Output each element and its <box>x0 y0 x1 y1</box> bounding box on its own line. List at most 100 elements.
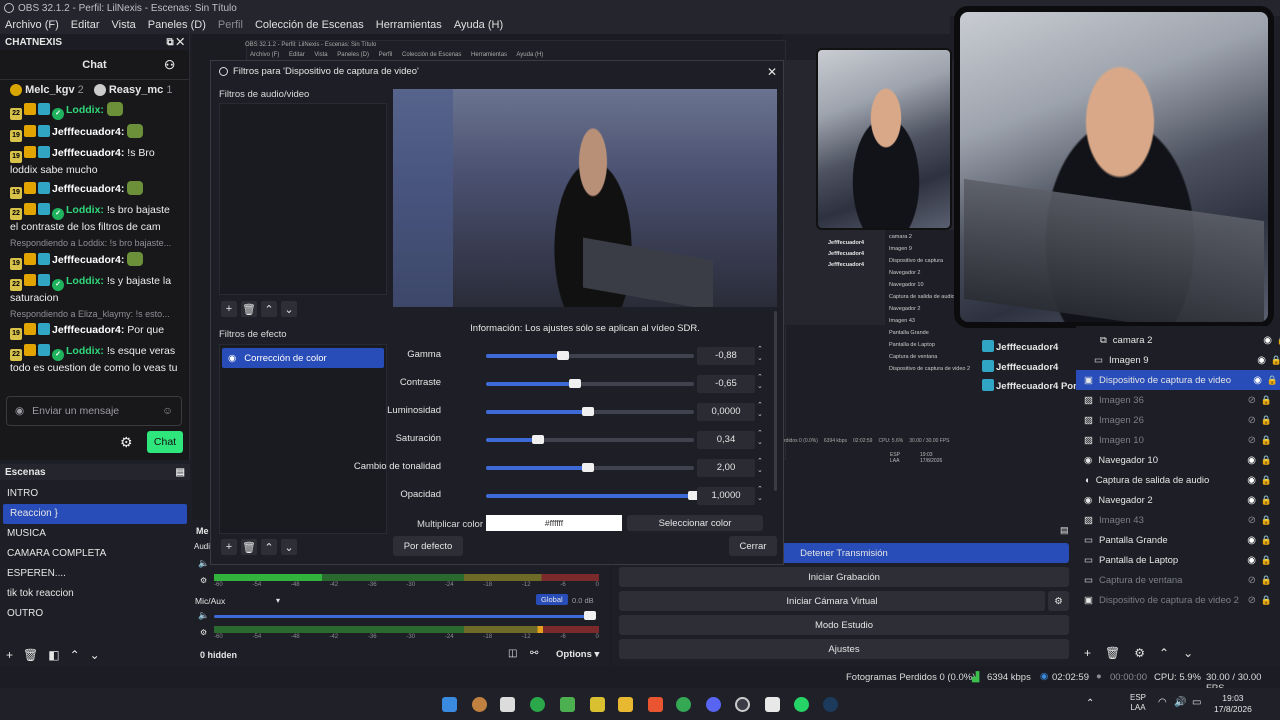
eye-icon[interactable]: ◉ <box>1263 335 1272 346</box>
eye-icon[interactable]: ◉ <box>1247 495 1256 506</box>
close-button[interactable]: Cerrar <box>729 536 777 556</box>
windows-start-icon[interactable] <box>442 697 457 712</box>
spin-arrows-icon[interactable]: ⌃ ⌄ <box>757 373 763 391</box>
up-icon[interactable]: ⌃ <box>1159 646 1169 660</box>
property-slider[interactable] <box>486 407 694 416</box>
virtual-camera-settings-icon[interactable]: ⚙ <box>1048 591 1069 611</box>
chat-message[interactable]: 19 Jefffecuador4: Por que <box>0 321 189 342</box>
property-value-spinbox[interactable]: 0,0000 <box>697 403 755 421</box>
add-filter-button[interactable]: + <box>221 301 237 317</box>
lock-icon[interactable]: 🔒 <box>1261 435 1272 446</box>
brave-icon[interactable] <box>648 697 663 712</box>
chat-message[interactable]: 19 Jefffecuador4: !s Bro loddix sabe much… <box>0 144 189 179</box>
lock-icon[interactable]: 🔒 <box>1271 355 1280 366</box>
lock-icon[interactable]: 🔒 <box>1261 515 1272 526</box>
move-down-button[interactable]: ⌄ <box>281 301 297 317</box>
start-recording-button[interactable]: Iniciar Grabación <box>619 567 1069 587</box>
chat-message[interactable]: 22 ✓ Loddix: !s y bajaste la saturacion <box>0 272 189 307</box>
game-icon[interactable] <box>590 697 605 712</box>
move-down-button[interactable]: ⌄ <box>281 539 297 555</box>
property-slider[interactable] <box>486 435 694 444</box>
slider-knob[interactable] <box>557 351 569 360</box>
remove-filter-button[interactable]: 🗑 <box>241 539 257 555</box>
mic-dropdown-icon[interactable]: ▾ <box>276 596 280 605</box>
filter-icon[interactable]: ◧ <box>48 648 59 662</box>
menu-herramientas[interactable]: Herramientas <box>376 19 442 31</box>
defaults-button[interactable]: Por defecto <box>393 536 463 556</box>
chat-username[interactable]: Loddix: <box>66 204 104 216</box>
widgets-icon[interactable] <box>472 697 487 712</box>
float-icon[interactable]: ⧉ <box>166 37 173 48</box>
trash-icon[interactable]: 🗑 <box>1105 646 1120 660</box>
source-item[interactable]: ▣ Dispositivo de captura de video ◉ 🔒 <box>1076 370 1280 390</box>
lock-icon[interactable]: 🔒 <box>1261 575 1272 586</box>
property-slider[interactable] <box>486 379 694 388</box>
lock-icon[interactable]: 🔒 <box>1261 455 1272 466</box>
close-icon[interactable]: ✕ <box>176 37 184 48</box>
eye-slash-icon[interactable]: ⊘ <box>1248 395 1256 406</box>
chat-message[interactable]: 19 Jefffecuador4: <box>0 122 189 144</box>
menu-paneles[interactable]: Paneles (D) <box>148 19 206 31</box>
speaker-icon[interactable]: 🔈 <box>198 558 209 569</box>
eye-icon[interactable]: ◉ <box>1247 455 1256 466</box>
slider-knob[interactable] <box>532 435 544 444</box>
chat-settings-icon[interactable]: ⚙ <box>120 434 133 451</box>
mic-volume-knob[interactable] <box>584 611 596 620</box>
chat-username[interactable]: Jefffecuador4: <box>52 126 124 138</box>
obs-taskbar-icon[interactable] <box>735 697 750 712</box>
chat-username[interactable]: Loddix: <box>66 275 104 287</box>
users-icon[interactable]: ⚇ <box>164 58 175 72</box>
lock-icon[interactable]: 🔒 <box>1261 595 1272 606</box>
global-badge[interactable]: Global <box>536 594 568 605</box>
move-up-button[interactable]: ⌃ <box>261 539 277 555</box>
property-value-spinbox[interactable]: 0,34 <box>697 431 755 449</box>
spin-arrows-icon[interactable]: ⌃ ⌄ <box>757 345 763 363</box>
chat-username[interactable]: Jefffecuador4: <box>52 324 124 336</box>
discord-icon[interactable] <box>706 697 721 712</box>
eye-icon[interactable]: ◉ <box>1247 555 1256 566</box>
options-button[interactable]: Options ▾ <box>556 649 599 660</box>
source-item[interactable]: ▭ Pantalla Grande ◉ 🔒 <box>1084 530 1274 550</box>
property-value-spinbox[interactable]: -0,65 <box>697 375 755 393</box>
source-item[interactable]: ▨ Imagen 43 ⊘ 🔒 <box>1084 510 1274 530</box>
eye-icon[interactable]: ◉ <box>1257 355 1266 366</box>
mic-settings-icon[interactable]: ⚙ <box>200 628 207 637</box>
eye-slash-icon[interactable]: ⊘ <box>1248 435 1256 446</box>
controls-menu-icon[interactable]: ▤ <box>1060 525 1069 536</box>
chat-username[interactable]: Jefffecuador4: <box>52 147 124 159</box>
audio-video-filters-list[interactable] <box>219 103 387 295</box>
lock-icon[interactable]: 🔒 <box>1261 495 1272 506</box>
source-item[interactable]: ▨ Imagen 10 ⊘ 🔒 <box>1084 430 1274 450</box>
slider-knob[interactable] <box>569 379 581 388</box>
eye-slash-icon[interactable]: ⊘ <box>1248 515 1256 526</box>
menu-ayuda[interactable]: Ayuda (H) <box>454 19 503 31</box>
chat-message[interactable]: 22 ✓ Loddix: <box>0 100 189 122</box>
chat-input[interactable]: ◉ Enviar un mensaje ☺ <box>6 396 182 426</box>
property-value-spinbox[interactable]: -0,88 <box>697 347 755 365</box>
lock-icon[interactable]: 🔒 <box>1261 395 1272 406</box>
source-item[interactable]: ◉ Navegador 10 ◉ 🔒 <box>1084 450 1274 470</box>
mic-volume-slider[interactable] <box>214 615 586 618</box>
source-item[interactable]: ▭ Imagen 9 ◉ 🔒 <box>1094 350 1280 370</box>
language-indicator[interactable]: ESP LAA <box>1130 693 1146 713</box>
property-value-spinbox[interactable]: 2,00 <box>697 459 755 477</box>
battery-icon[interactable]: ▭ <box>1192 697 1201 708</box>
up-icon[interactable]: ⌃ <box>70 648 80 662</box>
wifi-icon[interactable]: ◠ <box>1158 697 1167 708</box>
clock[interactable]: 19:03 17/8/2026 <box>1214 693 1252 715</box>
chat-message[interactable]: 19 Jefffecuador4: <box>0 179 189 201</box>
scene-item[interactable]: ESPEREN.... <box>0 564 190 584</box>
spin-arrows-icon[interactable]: ⌃ ⌄ <box>757 401 763 419</box>
chat-message[interactable]: 19 Jefffecuador4: <box>0 250 189 272</box>
add-icon[interactable]: + <box>1084 646 1091 660</box>
lock-icon[interactable]: 🔒 <box>1261 475 1272 486</box>
spin-arrows-icon[interactable]: ⌃ ⌄ <box>757 457 763 475</box>
folder-icon[interactable] <box>618 697 633 712</box>
mic-speaker-icon[interactable]: 🔈 <box>198 610 209 621</box>
menu-perfil[interactable]: Perfil <box>218 19 243 31</box>
menu-editar[interactable]: Editar <box>71 19 100 31</box>
menu-vista[interactable]: Vista <box>112 19 136 31</box>
chat-send-button[interactable]: Chat <box>147 431 183 453</box>
eye-icon[interactable]: ◉ <box>1247 535 1256 546</box>
source-item[interactable]: ⧉camara 2◉🔒 <box>1100 330 1280 350</box>
